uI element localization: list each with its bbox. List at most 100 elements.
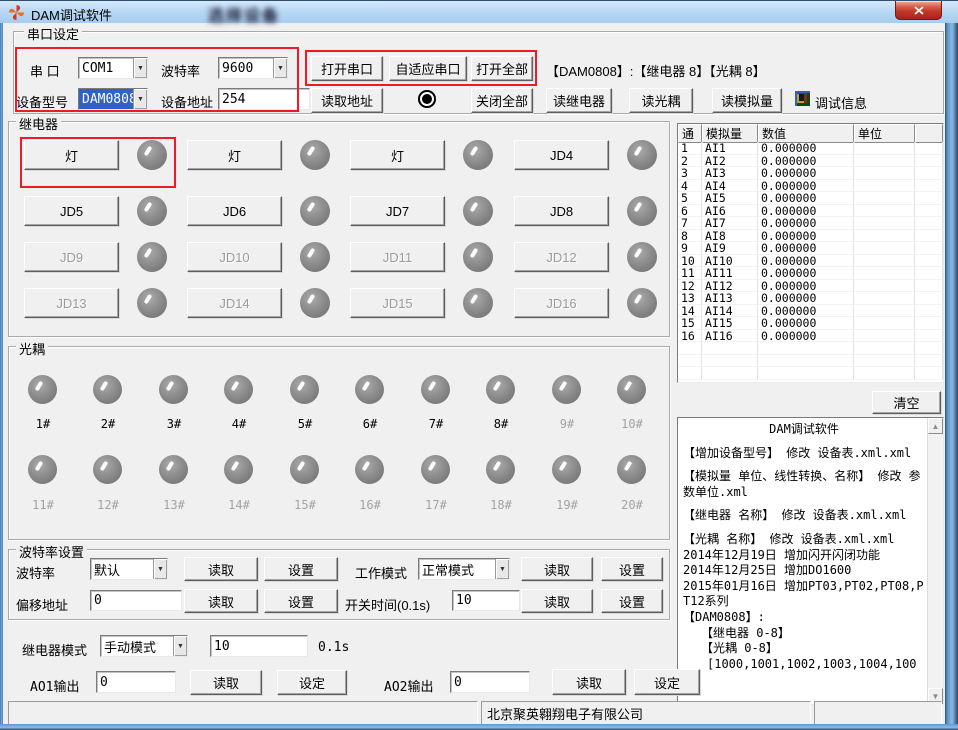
work-mode-set-button[interactable]: 设置 [601,557,663,581]
table-header-cell[interactable]: 单位 [854,124,915,143]
table-cell: 0.000000 [758,192,854,205]
relay-button-11[interactable]: JD11 [350,242,445,272]
table-cell: 13 [678,292,702,305]
table-header-cell[interactable]: 通 [678,124,702,143]
ao2-set-button[interactable]: 设定 [634,669,700,695]
baud-read-button[interactable]: 读取 [184,557,258,581]
table-cell: 3 [678,167,702,180]
auto-serial-button[interactable]: 自适应串口 [389,56,467,81]
opto-led-19 [552,455,581,484]
opto-label-2: 2# [89,417,127,431]
relay-button-2[interactable]: 灯 [187,140,282,170]
close-all-button[interactable]: 关闭全部 [471,88,533,113]
ao1-input[interactable]: 0 [96,671,176,693]
combo-dropdown-icon[interactable]: ▼ [133,89,147,109]
read-address-button[interactable]: 读取地址 [311,88,383,113]
open-all-button[interactable]: 打开全部 [471,56,533,81]
opto-label-17: 17# [417,498,455,512]
relay-mode-time-input[interactable]: 10 [210,635,308,657]
read-analog-button[interactable]: 读模拟量 [712,88,782,113]
switch-time-input[interactable]: 10 [452,590,520,611]
relay-button-7[interactable]: JD7 [350,196,445,226]
relay-button-9[interactable]: JD9 [24,242,119,272]
ao1-read-button[interactable]: 读取 [190,670,262,695]
info-panel-scrollbar[interactable]: ▲ ▼ [927,418,943,704]
opto-led-15 [290,455,319,484]
combo-dropdown-icon[interactable]: ▼ [495,559,509,579]
title-bar[interactable]: DAM调试软件 选择设备 [0,0,958,23]
window-border-bottom[interactable] [0,724,958,730]
analog-table[interactable]: 通模拟量数值单位 1AI10.0000002AI20.0000003AI30.0… [677,123,944,383]
read-relay-button[interactable]: 读继电器 [546,88,612,113]
table-cell: AI16 [702,330,758,343]
relay-button-3[interactable]: 灯 [350,140,445,170]
offset-input[interactable]: 0 [90,590,182,611]
relay-button-5[interactable]: JD5 [24,196,119,226]
clear-button[interactable]: 清空 [872,391,941,414]
close-button[interactable] [895,1,942,20]
work-mode-read-button[interactable]: 读取 [521,557,593,581]
relay-button-15[interactable]: JD15 [350,288,445,318]
device-info-text: 【DAM0808】:【继电器 8】【光耦 8】 [546,61,766,80]
relay-button-16[interactable]: JD16 [514,288,609,318]
offset-read-button[interactable]: 读取 [184,589,258,613]
table-cell: AI3 [702,167,758,180]
open-serial-button[interactable]: 打开串口 [311,56,383,81]
combo-dropdown-icon[interactable]: ▼ [153,559,167,579]
table-cell: 0.000000 [758,267,854,280]
table-header-cell[interactable]: 模拟量 [702,124,758,143]
relay-led-10 [300,242,330,272]
table-cell [678,355,702,368]
model-combobox[interactable]: DAM0808 ▼ [78,88,148,110]
table-row: 6AI60.000000 [678,205,943,218]
switch-time-label: 开关时间(0.1s) [345,595,430,614]
analog-table-body: 1AI10.0000002AI20.0000003AI30.0000004AI4… [678,142,943,380]
ao2-input[interactable]: 0 [450,671,530,693]
relay-button-13[interactable]: JD13 [24,288,119,318]
table-cell: 5 [678,192,702,205]
opto-label-4: 4# [220,417,258,431]
table-cell [915,230,943,243]
combo-dropdown-icon[interactable]: ▼ [273,58,287,78]
baud-combobox[interactable]: 9600 ▼ [218,57,288,79]
table-header-cell[interactable] [915,124,943,143]
info-line: 2014年12月19日 增加闪开闪闭功能 [683,548,925,564]
table-header-cell[interactable]: 数值 [758,124,854,143]
relay-mode-value: 手动模式 [101,636,173,656]
table-row: 3AI30.000000 [678,167,943,180]
window-border-right[interactable] [945,23,958,730]
relay-button-10[interactable]: JD10 [187,242,282,272]
table-cell: AI11 [702,267,758,280]
relay-button-1[interactable]: 灯 [24,140,119,170]
relay-mode-combobox[interactable]: 手动模式 ▼ [100,635,188,657]
relay-button-12[interactable]: JD12 [514,242,609,272]
switch-time-read-button[interactable]: 读取 [521,589,593,613]
relay-button-8[interactable]: JD8 [514,196,609,226]
read-opto-button[interactable]: 读光耦 [629,88,693,113]
baud-set-button[interactable]: 设置 [264,557,338,581]
relay-button-4[interactable]: JD4 [514,140,609,170]
combo-dropdown-icon[interactable]: ▼ [173,636,187,656]
ao1-set-button[interactable]: 设定 [277,670,347,695]
work-mode-combobox[interactable]: 正常模式 ▼ [418,558,510,580]
table-cell: 0.000000 [758,280,854,293]
combo-dropdown-icon[interactable]: ▼ [133,58,147,78]
table-cell [854,155,915,168]
table-row: 4AI40.000000 [678,180,943,193]
scroll-up-icon[interactable]: ▲ [928,418,943,434]
offset-set-button[interactable]: 设置 [264,589,338,613]
opto-led-13 [159,455,188,484]
table-cell [678,367,702,380]
port-combobox[interactable]: COM1 ▼ [78,57,148,79]
relay-mode-unit: 0.1s [318,640,349,655]
relay-button-14[interactable]: JD14 [187,288,282,318]
info-line: 【光耦 0-8】 [683,641,925,657]
analog-table-header[interactable]: 通模拟量数值单位 [678,124,943,142]
table-row [678,367,943,380]
baud-setting-combobox[interactable]: 默认 ▼ [90,558,168,580]
addr-input[interactable]: 254 [218,88,310,110]
switch-time-set-button[interactable]: 设置 [601,589,663,613]
ao2-read-button[interactable]: 读取 [552,669,626,695]
table-cell [854,355,915,368]
relay-button-6[interactable]: JD6 [187,196,282,226]
